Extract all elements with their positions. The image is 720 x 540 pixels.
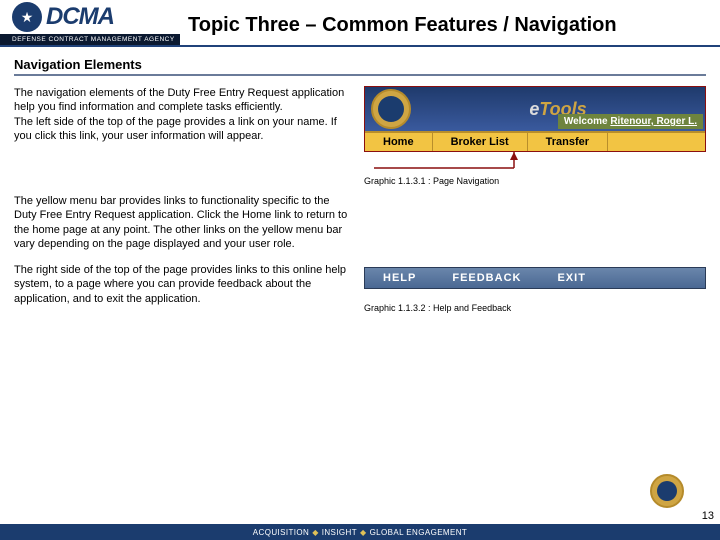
etools-prefix: e [529, 99, 539, 119]
graphic1-caption: Graphic 1.1.3.1 : Page Navigation [364, 176, 706, 186]
paragraph-2: The yellow menu bar provides links to fu… [14, 194, 354, 251]
link-help[interactable]: HELP [365, 268, 434, 288]
footer-diamond-icon: ◆ [312, 528, 319, 537]
row-1: The navigation elements of the Duty Free… [14, 86, 706, 186]
graphic-help-feedback: HELP FEEDBACK EXIT [364, 267, 706, 289]
graphic1-banner: eTools Welcome Ritenour, Roger L. [365, 87, 705, 131]
section-heading: Navigation Elements [14, 57, 706, 76]
menu-home[interactable]: Home [365, 133, 433, 151]
graphic-1-caption-col [364, 194, 706, 251]
graphic-1-col: eTools Welcome Ritenour, Roger L. Home B… [364, 86, 706, 186]
header: ★ DCMA DEFENSE CONTRACT MANAGEMENT AGENC… [0, 0, 720, 47]
para1-text: The navigation elements of the Duty Free… [14, 87, 344, 113]
agency-seal-icon [371, 89, 411, 129]
page-title: Topic Three – Common Features / Navigati… [188, 14, 712, 37]
menu-transfer[interactable]: Transfer [528, 133, 608, 151]
logo-text: DCMA [46, 3, 114, 31]
menu-broker-list[interactable]: Broker List [433, 133, 528, 151]
footer-diamond-icon: ◆ [360, 528, 367, 537]
page-number: 13 [702, 510, 714, 522]
logo-area: ★ DCMA DEFENSE CONTRACT MANAGEMENT AGENC… [0, 2, 180, 45]
graphic-2-col: HELP FEEDBACK EXIT Graphic 1.1.3.2 : Hel… [364, 263, 706, 313]
logo-subtext: DEFENSE CONTRACT MANAGEMENT AGENCY [0, 34, 180, 45]
star-icon: ★ [12, 2, 42, 32]
footer-b: INSIGHT [322, 528, 357, 537]
title-area: Topic Three – Common Features / Navigati… [180, 2, 720, 37]
main-content: Navigation Elements The navigation eleme… [0, 47, 720, 313]
row-2: The yellow menu bar provides links to fu… [14, 194, 706, 251]
logo: ★ DCMA [0, 2, 180, 32]
para1b-text: The left side of the top of the page pro… [14, 116, 337, 142]
welcome-bar: Welcome Ritenour, Roger L. [558, 114, 703, 129]
user-name-link[interactable]: Ritenour, Roger L. [610, 116, 697, 127]
welcome-label: Welcome [564, 116, 611, 127]
link-exit[interactable]: EXIT [539, 268, 603, 288]
row-3: The right side of the top of the page pr… [14, 263, 706, 313]
callout-line-1 [364, 152, 706, 172]
link-feedback[interactable]: FEEDBACK [434, 268, 539, 288]
footer-seal-icon [650, 474, 684, 508]
graphic-page-navigation: eTools Welcome Ritenour, Roger L. Home B… [364, 86, 706, 152]
footer-a: ACQUISITION [253, 528, 309, 537]
paragraph-1: The navigation elements of the Duty Free… [14, 86, 354, 186]
graphic2-caption: Graphic 1.1.3.2 : Help and Feedback [364, 303, 706, 313]
paragraph-3: The right side of the top of the page pr… [14, 263, 354, 313]
footer-strip: ACQUISITION ◆ INSIGHT ◆ GLOBAL ENGAGEMEN… [0, 524, 720, 540]
footer-c: GLOBAL ENGAGEMENT [370, 528, 468, 537]
yellow-menu-bar: Home Broker List Transfer [365, 131, 705, 151]
